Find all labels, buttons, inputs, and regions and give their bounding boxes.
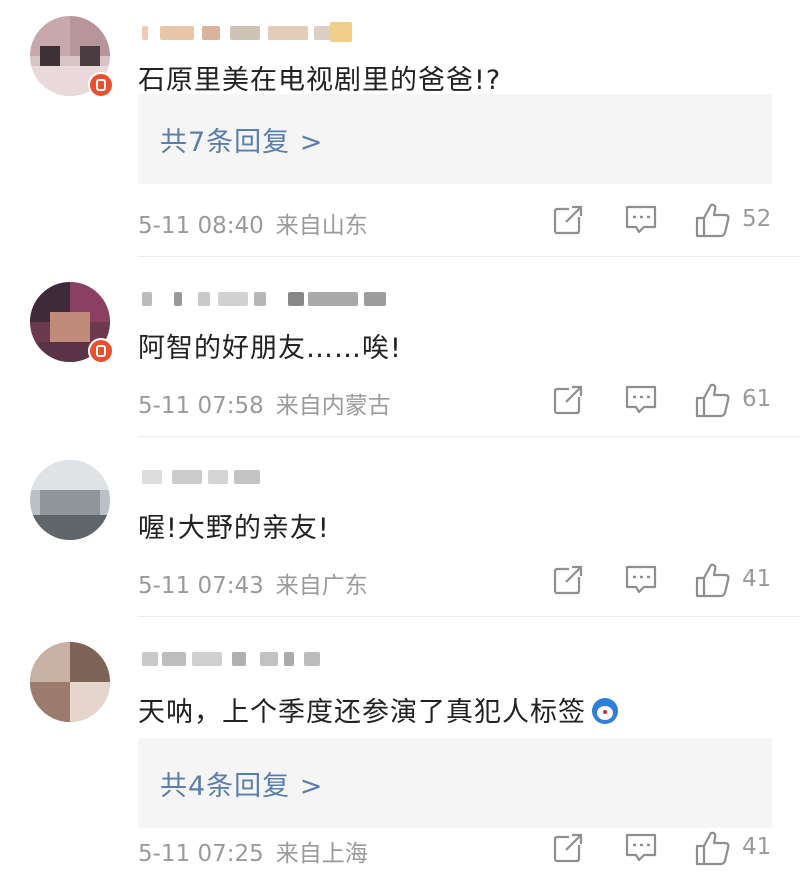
comment-meta: 5-11 07:58 来自内蒙古 <box>138 386 391 420</box>
thumbs-up-icon[interactable] <box>694 560 732 600</box>
comment-icon[interactable] <box>624 380 658 420</box>
comment-icon[interactable] <box>624 828 658 868</box>
comment-text: 喔!大野的亲友! <box>138 513 330 544</box>
share-icon[interactable] <box>552 380 584 420</box>
replies-box[interactable]: 共4条回复 > <box>138 738 772 828</box>
comment-time: 5-11 07:43 <box>138 573 264 599</box>
comment-text: 阿智的好朋友……唉! <box>138 333 402 364</box>
username-blurred[interactable] <box>138 288 398 310</box>
comment-location: 来自山东 <box>275 213 368 239</box>
comment-icon[interactable] <box>624 200 658 240</box>
divider <box>138 616 800 617</box>
avatar[interactable] <box>30 642 110 722</box>
comment-time: 5-11 07:25 <box>138 841 264 867</box>
comment-feed: 石原里美在电视剧里的爸爸!? 共7条回复 > 5-11 08:40 来自山东 5… <box>0 0 800 874</box>
verified-badge-icon <box>88 338 114 364</box>
username-blurred[interactable] <box>138 648 398 670</box>
replies-box[interactable]: 共7条回复 > <box>138 94 772 184</box>
comment-text: 天呐，上个季度还参演了真犯人标签 <box>138 690 618 729</box>
comment-location: 来自广东 <box>275 573 368 599</box>
avatar[interactable] <box>30 460 110 540</box>
like-count: 41 <box>742 566 772 592</box>
like-count: 52 <box>742 206 772 232</box>
like-count: 61 <box>742 386 772 412</box>
comment-icon[interactable] <box>624 560 658 600</box>
comment-meta: 5-11 07:25 来自上海 <box>138 834 368 868</box>
like-count: 41 <box>742 834 772 860</box>
share-icon[interactable] <box>552 828 584 868</box>
comment-location: 来自上海 <box>275 841 368 867</box>
comment-text-content: 天呐，上个季度还参演了真犯人标签 <box>138 697 586 728</box>
thumbs-up-icon[interactable] <box>694 380 732 420</box>
comment-meta: 5-11 08:40 来自山东 <box>138 206 368 240</box>
doraemon-emoji-icon <box>592 698 618 724</box>
username-blurred[interactable] <box>138 22 398 44</box>
comment-actions: 52 <box>548 200 788 240</box>
verified-badge-icon <box>88 72 114 98</box>
comment-actions: 61 <box>548 380 788 420</box>
divider <box>138 436 800 437</box>
comment-actions: 41 <box>548 560 788 600</box>
share-icon[interactable] <box>552 200 584 240</box>
username-blurred[interactable] <box>138 466 398 488</box>
comment-location: 来自内蒙古 <box>275 393 391 419</box>
comment-actions: 41 <box>548 828 788 868</box>
thumbs-up-icon[interactable] <box>694 828 732 868</box>
view-replies-link[interactable]: 共4条回复 > <box>160 764 323 803</box>
comment-text: 石原里美在电视剧里的爸爸!? <box>138 65 502 96</box>
divider <box>138 256 800 257</box>
comment-meta: 5-11 07:43 来自广东 <box>138 566 368 600</box>
comment-time: 5-11 07:58 <box>138 393 264 419</box>
comment-time: 5-11 08:40 <box>138 213 264 239</box>
view-replies-link[interactable]: 共7条回复 > <box>160 120 323 159</box>
thumbs-up-icon[interactable] <box>694 200 732 240</box>
share-icon[interactable] <box>552 560 584 600</box>
